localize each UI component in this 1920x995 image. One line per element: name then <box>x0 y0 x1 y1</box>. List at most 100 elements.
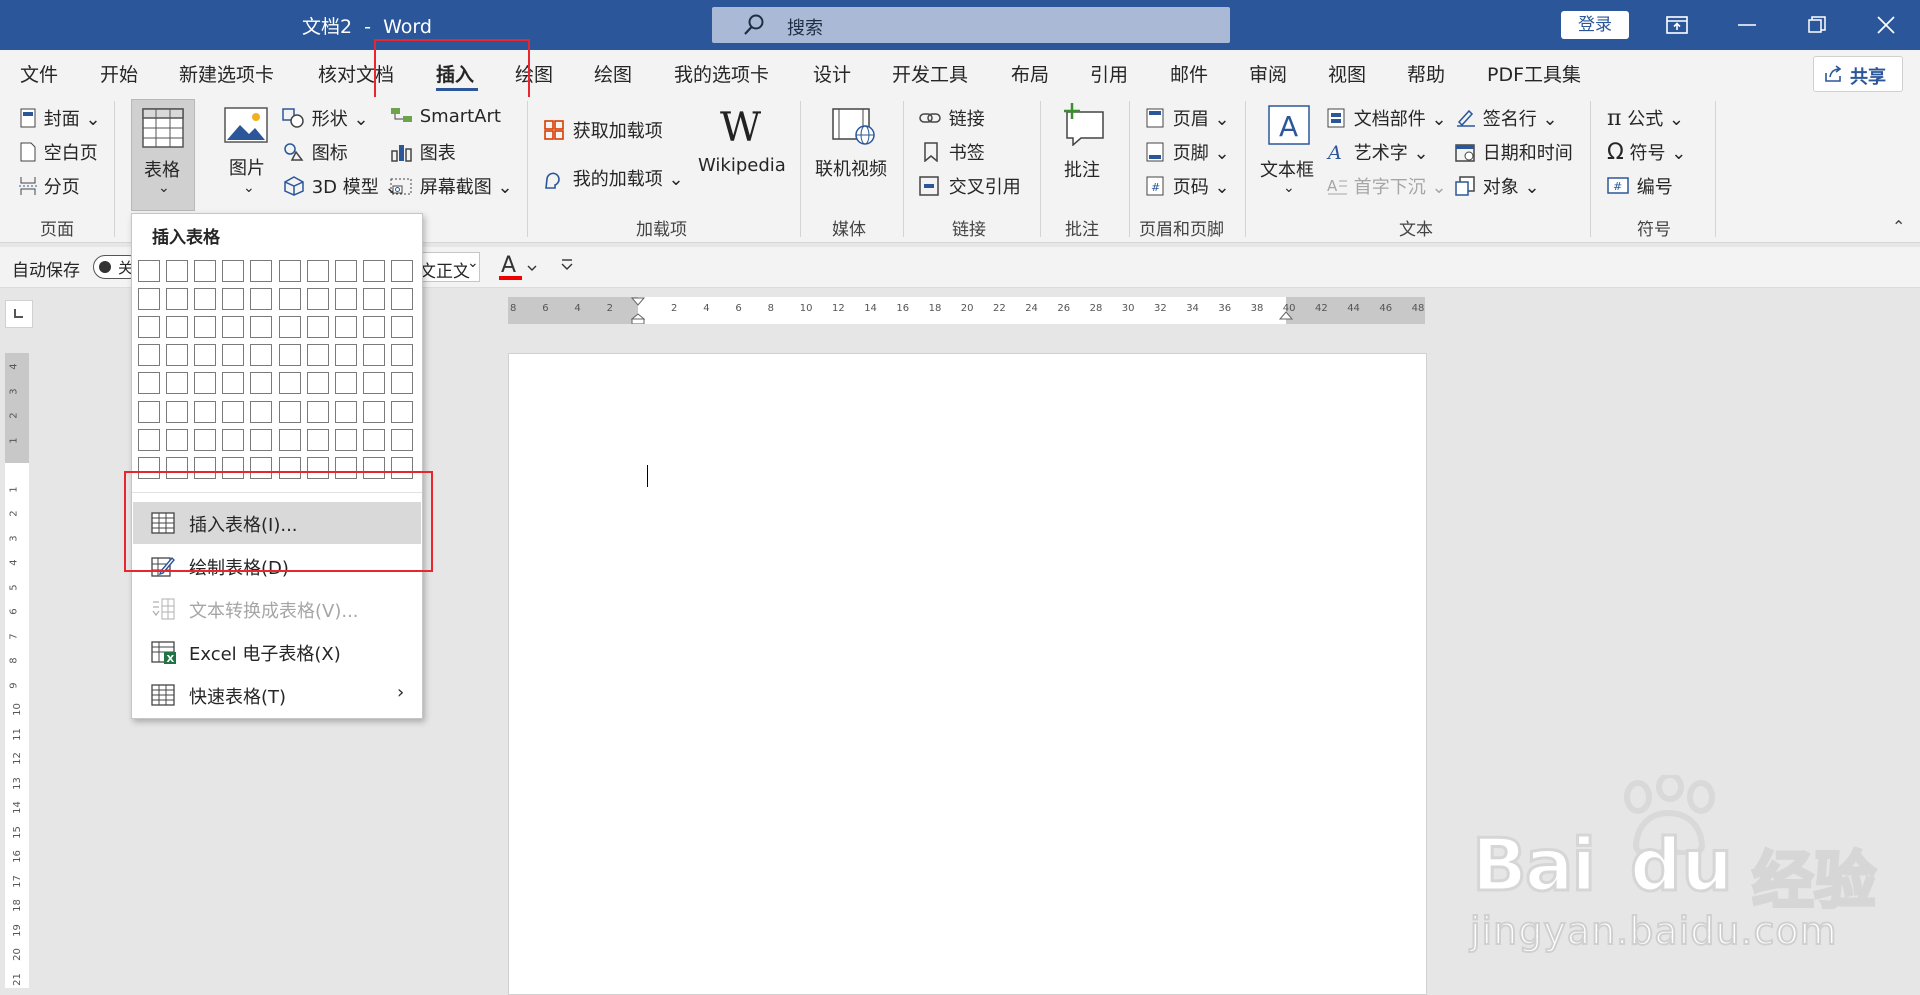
numbering-button[interactable]: # 编号 <box>1607 173 1673 199</box>
table-grid-cell[interactable] <box>166 372 189 395</box>
customize-qat-icon[interactable] <box>558 255 578 275</box>
my-addins-button[interactable]: 我的加载项 ⌄ <box>543 165 684 191</box>
tab-layout[interactable]: 布局 <box>1011 60 1049 87</box>
table-grid-cell[interactable] <box>194 400 217 423</box>
footer-button[interactable]: 页脚 ⌄ <box>1145 139 1230 165</box>
table-grid-cell[interactable] <box>250 316 273 339</box>
tab-design[interactable]: 设计 <box>813 60 851 87</box>
table-grid-cell[interactable] <box>306 428 329 451</box>
menu-item-quick-tables[interactable]: 快速表格(T) › <box>133 674 421 716</box>
table-grid-cell[interactable] <box>334 316 357 339</box>
tab-review[interactable]: 审阅 <box>1249 60 1287 87</box>
tab-pdf-tools[interactable]: PDF工具集 <box>1487 60 1581 87</box>
table-grid-cell[interactable] <box>306 316 329 339</box>
table-grid-cell[interactable] <box>194 316 217 339</box>
table-grid-cell[interactable] <box>166 428 189 451</box>
minimize-icon[interactable] <box>1717 0 1777 50</box>
table-grid-cell[interactable] <box>278 260 301 282</box>
picture-button[interactable]: 图片 ⌄ <box>223 105 273 205</box>
table-grid-cell[interactable] <box>334 344 357 367</box>
page-break-button[interactable]: 分页 <box>18 173 80 199</box>
table-grid-cell[interactable] <box>334 260 357 282</box>
table-grid-cell[interactable] <box>250 400 273 423</box>
close-icon[interactable] <box>1856 0 1916 50</box>
table-grid-cell[interactable] <box>362 260 385 282</box>
menu-item-excel-spreadsheet[interactable]: X Excel 电子表格(X) <box>133 631 421 673</box>
table-grid-cell[interactable] <box>390 344 413 367</box>
table-button[interactable]: 表格 ⌄ <box>131 99 195 211</box>
table-grid-cell[interactable] <box>138 428 160 451</box>
screenshot-button[interactable]: 屏幕截图 ⌄ <box>390 173 513 199</box>
table-grid-cell[interactable] <box>390 372 413 395</box>
table-grid-cell[interactable] <box>194 288 217 311</box>
drop-cap-button[interactable]: A 首字下沉 ⌄ <box>1326 173 1447 199</box>
tab-developer[interactable]: 开发工具 <box>892 60 968 87</box>
table-grid-cell[interactable] <box>390 288 413 311</box>
table-grid-cell[interactable] <box>362 372 385 395</box>
table-grid-cell[interactable] <box>194 428 217 451</box>
cross-reference-button[interactable]: 交叉引用 <box>919 173 1021 199</box>
font-select[interactable]: 文正文 ⌄ <box>422 252 480 282</box>
share-button[interactable]: 共享 <box>1813 56 1903 92</box>
table-grid-cell[interactable] <box>138 344 160 367</box>
table-grid-cell[interactable] <box>250 372 273 395</box>
menu-item-convert-text-to-table[interactable]: 文本转换成表格(V)... <box>133 588 421 630</box>
table-grid-cell[interactable] <box>194 260 217 282</box>
table-grid-cell[interactable] <box>222 372 245 395</box>
tab-new-tab[interactable]: 新建选项卡 <box>179 60 274 87</box>
cover-button[interactable]: 封面 ⌄ <box>18 105 101 131</box>
table-grid-cell[interactable] <box>222 400 245 423</box>
table-grid-cell[interactable] <box>306 344 329 367</box>
tab-references[interactable]: 引用 <box>1090 60 1128 87</box>
table-grid-cell[interactable] <box>250 260 273 282</box>
table-grid-cell[interactable] <box>278 344 301 367</box>
online-video-button[interactable]: 联机视频 <box>814 105 894 185</box>
wordart-button[interactable]: A 艺术字 ⌄ <box>1326 139 1429 165</box>
indent-marker-icon[interactable] <box>631 297 645 324</box>
table-grid-cell[interactable] <box>138 372 160 395</box>
tab-mailings[interactable]: 邮件 <box>1170 60 1208 87</box>
tab-view[interactable]: 视图 <box>1328 60 1366 87</box>
smartart-button[interactable]: SmartArt <box>390 105 501 127</box>
table-grid-cell[interactable] <box>278 428 301 451</box>
table-grid-cell[interactable] <box>334 428 357 451</box>
right-indent-marker-icon[interactable] <box>1279 311 1293 324</box>
signature-line-button[interactable]: 签名行 ⌄ <box>1455 105 1558 131</box>
table-grid-cell[interactable] <box>194 372 217 395</box>
ribbon-display-options-icon[interactable] <box>1647 0 1707 50</box>
table-grid-cell[interactable] <box>166 344 189 367</box>
textbox-button[interactable]: A 文本框 ⌄ <box>1259 102 1319 202</box>
table-grid-cell[interactable] <box>166 316 189 339</box>
collapse-ribbon-icon[interactable]: ⌃ <box>1892 217 1905 236</box>
icons-button[interactable]: 图标 <box>282 139 348 165</box>
table-grid-cell[interactable] <box>222 316 245 339</box>
quick-parts-button[interactable]: 文档部件 ⌄ <box>1326 105 1447 131</box>
comment-button[interactable]: 批注 <box>1056 102 1116 187</box>
table-grid-cell[interactable] <box>222 428 245 451</box>
date-time-button[interactable]: 日期和时间 <box>1455 139 1573 165</box>
equation-button[interactable]: π 公式 ⌄ <box>1607 105 1684 131</box>
table-grid-cell[interactable] <box>166 288 189 311</box>
table-grid-cell[interactable] <box>390 400 413 423</box>
table-size-grid[interactable] <box>138 260 418 496</box>
table-grid-cell[interactable] <box>222 260 245 282</box>
table-grid-cell[interactable] <box>166 260 189 282</box>
tab-selector-icon[interactable] <box>5 300 33 328</box>
shapes-button[interactable]: 形状 ⌄ <box>282 105 369 131</box>
tab-home[interactable]: 开始 <box>100 60 138 87</box>
table-grid-cell[interactable] <box>362 316 385 339</box>
page-number-button[interactable]: # 页码 ⌄ <box>1145 173 1230 199</box>
table-grid-cell[interactable] <box>334 400 357 423</box>
link-button[interactable]: 链接 <box>919 105 985 131</box>
table-grid-cell[interactable] <box>278 316 301 339</box>
table-grid-cell[interactable] <box>222 344 245 367</box>
table-grid-cell[interactable] <box>250 428 273 451</box>
bookmark-button[interactable]: 书签 <box>919 139 985 165</box>
table-grid-cell[interactable] <box>138 288 160 311</box>
table-grid-cell[interactable] <box>362 400 385 423</box>
table-grid-cell[interactable] <box>390 316 413 339</box>
table-grid-cell[interactable] <box>194 344 217 367</box>
header-button[interactable]: 页眉 ⌄ <box>1145 105 1230 131</box>
table-grid-cell[interactable] <box>222 288 245 311</box>
restore-icon[interactable] <box>1787 0 1847 50</box>
